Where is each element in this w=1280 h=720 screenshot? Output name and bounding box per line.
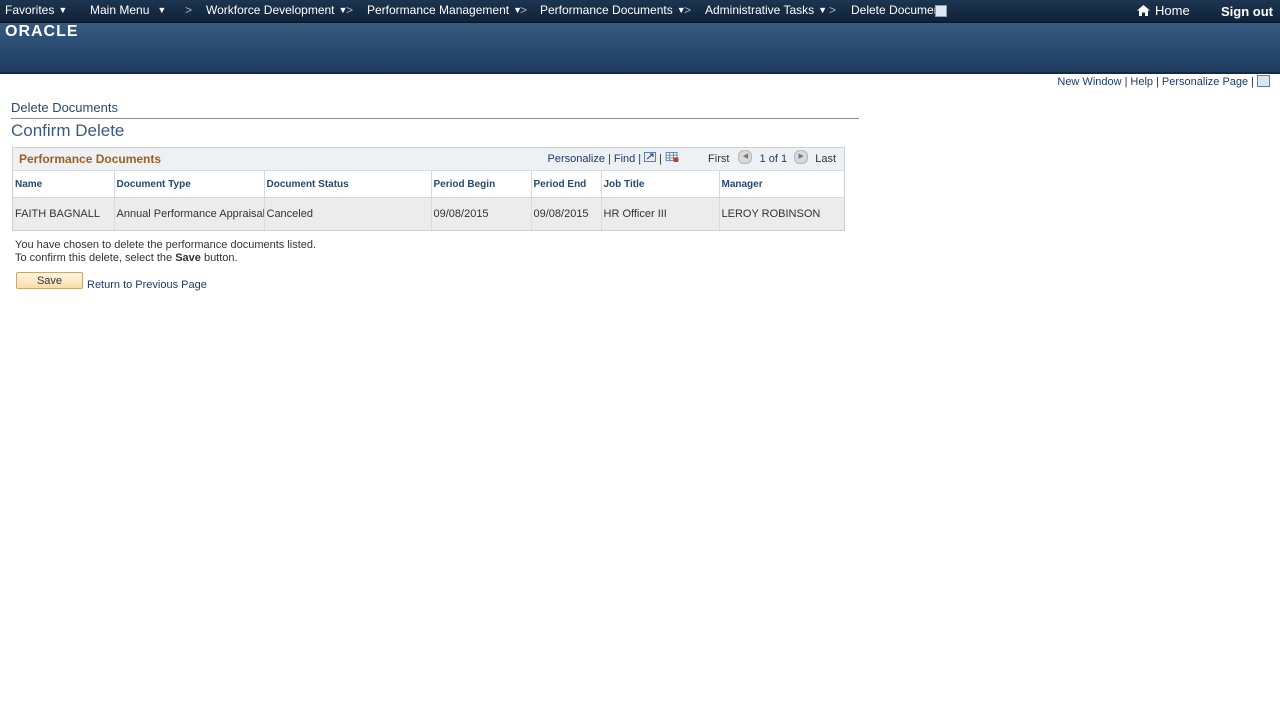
pager: First ◀ 1 of 1 ▶ Last (708, 150, 836, 165)
magnifier-icon[interactable] (935, 5, 947, 17)
home-link[interactable]: Home (1136, 0, 1190, 22)
table-header-row: Name Document Type Document Status Perio… (13, 171, 844, 198)
grid-header: Performance Documents Personalize | Find | |… (13, 148, 844, 171)
header-banner: ORACLE (0, 23, 1280, 74)
breadcrumb-separator-icon: > (684, 3, 692, 17)
home-icon (1137, 5, 1150, 17)
sign-out-link[interactable]: Sign out (1221, 0, 1273, 22)
separator: | (1124, 76, 1128, 88)
breadcrumb-separator-icon: > (185, 3, 193, 17)
last-label[interactable]: Last (815, 153, 836, 165)
previous-icon[interactable]: ◀ (738, 150, 753, 164)
page-title: Confirm Delete (11, 121, 125, 140)
utility-links: New Window | Help | Personalize Page | (1057, 75, 1270, 88)
chevron-down-icon: ▼ (818, 5, 828, 15)
separator: | (1251, 76, 1254, 88)
table-row: FAITH BAGNALL Annual Performance Apprais… (13, 197, 844, 230)
message-text: button. (200, 252, 238, 264)
cell-document-status: Canceled (264, 197, 432, 230)
cell-period-begin: 09/08/2015 (431, 197, 532, 230)
grid-title: Performance Documents (19, 152, 162, 166)
nav-performance-documents[interactable]: Performance Documents ▼ (540, 0, 686, 22)
nav-performance-management-label: Performance Management (367, 3, 510, 17)
separator: | (659, 152, 662, 165)
message-line-1: You have chosen to delete the performanc… (15, 239, 317, 251)
grid-tools: Personalize | Find | | First ◀ 1 of 1 ▶ Last (548, 150, 836, 166)
nav-workforce-development-label: Workforce Development (206, 3, 335, 17)
nav-administrative-tasks[interactable]: Administrative Tasks ▼ (705, 0, 827, 22)
nav-performance-management[interactable]: Performance Management ▼ (367, 0, 522, 22)
return-to-previous-page-link[interactable]: Return to Previous Page (87, 279, 207, 291)
column-header-period-end[interactable]: Period End (531, 171, 602, 198)
column-header-document-type[interactable]: Document Type (114, 171, 265, 198)
nav-current-label: Delete Documents (851, 3, 935, 17)
download-spreadsheet-icon[interactable] (665, 152, 679, 162)
new-window-link[interactable]: New Window (1057, 76, 1121, 88)
nav-current-delete-documents[interactable]: Delete Documents (851, 0, 935, 22)
cell-period-end: 09/08/2015 (531, 197, 602, 230)
view-all-icon[interactable] (644, 152, 657, 162)
separator: | (1156, 76, 1159, 88)
performance-documents-grid: Performance Documents Personalize | Find | |… (12, 147, 845, 231)
next-icon[interactable]: ▶ (794, 150, 809, 164)
message-line-2: To confirm this delete, select the Save … (15, 252, 316, 265)
confirmation-message: You have chosen to delete the performanc… (15, 239, 316, 265)
breadcrumb-separator-icon: > (520, 3, 528, 17)
message-bold-text: Save (175, 252, 201, 264)
nav-favorites[interactable]: Favorites ▼ (5, 0, 67, 22)
nav-main-menu-label: Main Menu (90, 3, 150, 17)
column-header-job-title[interactable]: Job Title (601, 171, 720, 198)
page-breadcrumb: Delete Documents (11, 100, 118, 115)
home-label: Home (1155, 3, 1190, 18)
cell-document-type: Annual Performance Appraisal (114, 197, 265, 230)
documents-table: Name Document Type Document Status Perio… (13, 171, 844, 230)
page-range: 1 of 1 (759, 152, 788, 165)
divider (11, 118, 859, 119)
page-layout-icon[interactable] (1257, 75, 1270, 88)
personalize-page-link[interactable]: Personalize Page (1162, 76, 1248, 88)
chevron-down-icon: ▼ (58, 5, 68, 15)
personalize-grid-link[interactable]: Personalize (548, 153, 605, 165)
message-text: To confirm this delete, select the (15, 252, 176, 264)
cell-manager: LEROY ROBINSON (719, 197, 844, 230)
top-navigation-bar: Favorites ▼ Main Menu ▼ > Workforce Develo… (0, 0, 1280, 23)
cell-job-title: HR Officer III (601, 197, 720, 230)
nav-performance-documents-label: Performance Documents (540, 3, 673, 17)
breadcrumb-separator-icon: > (346, 3, 354, 17)
column-header-name[interactable]: Name (13, 171, 115, 198)
find-link[interactable]: Find (614, 153, 635, 165)
separator: | (607, 152, 611, 165)
cell-name: FAITH BAGNALL (13, 197, 115, 230)
chevron-down-icon: ▼ (157, 5, 167, 15)
breadcrumb-separator-icon: > (829, 3, 837, 17)
nav-administrative-tasks-label: Administrative Tasks (705, 3, 815, 17)
column-header-period-begin[interactable]: Period Begin (431, 171, 532, 198)
nav-main-menu[interactable]: Main Menu ▼ (90, 0, 166, 22)
first-label[interactable]: First (708, 153, 729, 165)
column-header-manager[interactable]: Manager (719, 171, 844, 198)
column-header-document-status[interactable]: Document Status (264, 171, 432, 198)
save-button[interactable]: Save (16, 272, 83, 289)
oracle-logo: ORACLE (5, 23, 79, 40)
nav-workforce-development[interactable]: Workforce Development ▼ (206, 0, 347, 22)
separator: | (638, 152, 642, 165)
nav-favorites-label: Favorites (5, 3, 55, 17)
help-link[interactable]: Help (1130, 76, 1153, 88)
